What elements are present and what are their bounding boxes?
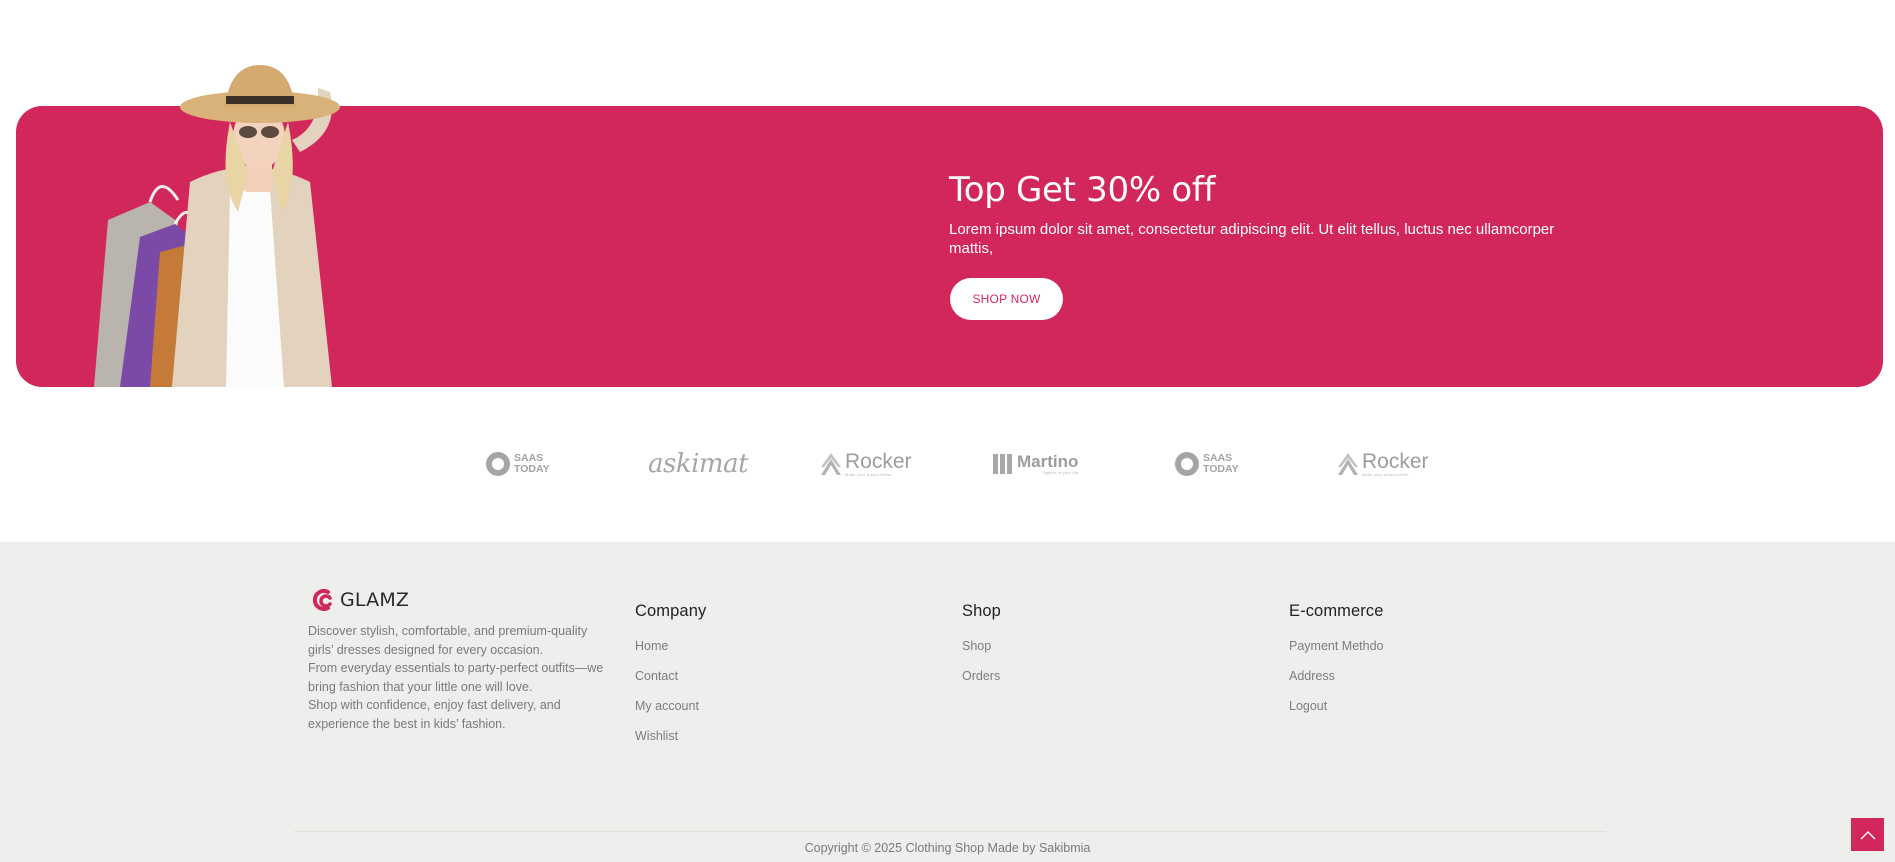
footer-link-contact[interactable]: Contact (635, 668, 706, 698)
rocker-logo-icon (821, 453, 841, 475)
footer-logo[interactable]: GLAMZ (308, 588, 409, 612)
scroll-to-top-button[interactable] (1851, 818, 1884, 851)
brand-logo-rocker: Rocker Make your dream better (1338, 449, 1429, 479)
brand-line2: TODAY (514, 463, 550, 475)
copyright-text: Copyright © 2025 Clothing Shop Made by S… (804, 841, 1091, 855)
footer-column-title: E-commerce (1289, 602, 1384, 620)
footer-about-line: Shop with confidence, enjoy fast deliver… (308, 698, 561, 731)
footer-link-home[interactable]: Home (635, 638, 706, 668)
footer-about-line: Discover stylish, comfortable, and premi… (308, 624, 588, 657)
footer-link-orders[interactable]: Orders (962, 668, 1001, 698)
saas-today-logo-icon (1175, 452, 1199, 476)
site-footer (0, 542, 1895, 862)
footer-link-shop[interactable]: Shop (962, 638, 1001, 668)
brand-line2: TODAY (1203, 463, 1239, 475)
footer-column-title: Company (635, 602, 707, 620)
footer-link-wishlist[interactable]: Wishlist (635, 728, 706, 758)
rocker-logo-icon (1338, 453, 1358, 475)
brand-logo-saas-today: SAAS TODAY (1175, 449, 1239, 479)
martino-logo-icon (993, 454, 1012, 474)
footer-logo-text: GLAMZ (340, 589, 410, 611)
footer-column-ecommerce: E-commerce Payment Methdo Address Logout (1289, 602, 1384, 728)
glamz-logo-icon (312, 589, 332, 611)
brand-name: Martino (1017, 452, 1079, 471)
brand-logo-saas-today: SAAS TODAY (486, 449, 550, 479)
footer-column-title: Shop (962, 602, 1001, 620)
footer-link-address[interactable]: Address (1289, 668, 1384, 698)
promo-description: Lorem ipsum dolor sit amet, consectetur … (949, 221, 1555, 257)
footer-divider (294, 831, 1606, 832)
brand-logo-rocker: Rocker Make your dream better (821, 449, 912, 479)
model-with-shopping-bags-image (94, 65, 340, 387)
brand-logo-askimat: askimat (648, 449, 749, 479)
footer-about: Discover stylish, comfortable, and premi… (308, 622, 608, 734)
footer-column-shop: Shop Shop Orders (962, 602, 1001, 698)
promo-title: Top Get 30% off (949, 170, 1216, 210)
brand-logo-martino: Martino Tagline of your life (993, 449, 1078, 479)
shop-now-button[interactable]: SHOP NOW (950, 278, 1063, 320)
footer-link-payment-method[interactable]: Payment Methdo (1289, 638, 1384, 668)
brand-name: Rocker (1362, 449, 1429, 473)
chevron-up-icon (1860, 830, 1875, 839)
footer-column-company: Company Home Contact My account Wishlist (635, 602, 706, 758)
brand-name: Rocker (845, 449, 912, 473)
footer-about-line: From everyday essentials to party-perfec… (308, 661, 604, 694)
askimat-logo-icon: askimat (648, 449, 749, 479)
saas-today-logo-icon (486, 452, 510, 476)
promo-text-block: Top Get 30% off Lorem ipsum dolor sit am… (949, 170, 1589, 258)
footer-link-my-account[interactable]: My account (635, 698, 706, 728)
footer-link-logout[interactable]: Logout (1289, 698, 1384, 728)
